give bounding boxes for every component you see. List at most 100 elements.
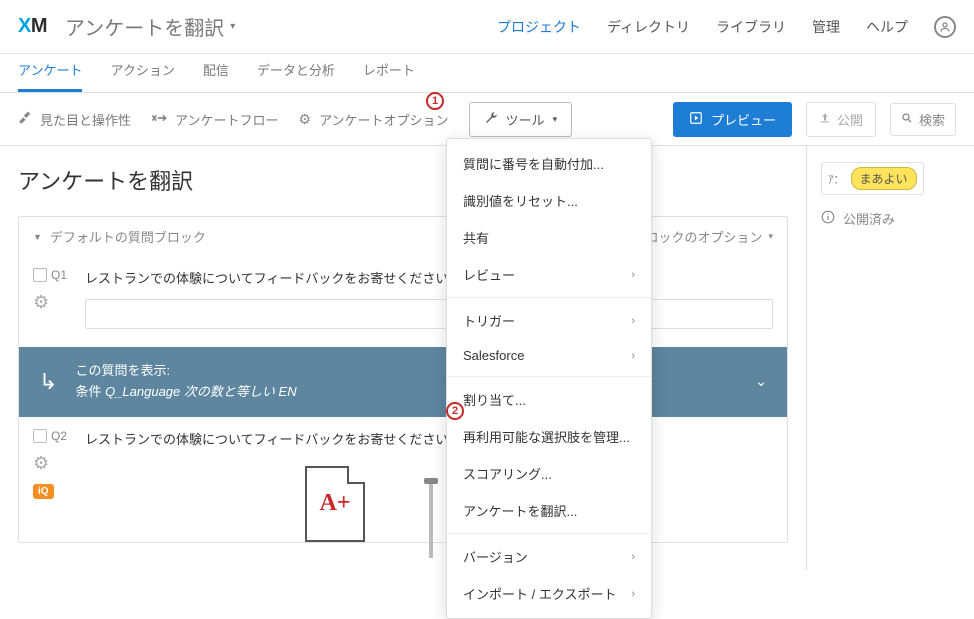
dropdown-item-label: 共有: [463, 228, 489, 247]
dropdown-item[interactable]: スコアリング...: [447, 455, 651, 492]
topbar: XM アンケートを翻訳 ▾ プロジェクト ディレクトリ ライブラリ 管理 ヘルプ: [0, 0, 974, 54]
right-sidebar: ｱ： まあよい 公開済み: [806, 146, 974, 570]
top-link-admin[interactable]: 管理: [812, 17, 840, 37]
grade-text: A+: [319, 490, 350, 517]
dropdown-item[interactable]: 共有: [447, 219, 651, 256]
logic-value: EN: [279, 384, 297, 399]
logic-prefix: 条件: [75, 384, 101, 399]
tab-actions[interactable]: アクション: [110, 60, 174, 92]
dropdown-item[interactable]: 再利用可能な選択肢を管理...: [447, 418, 651, 455]
logic-expand-icon[interactable]: ⌄: [755, 373, 767, 390]
dropdown-item[interactable]: レビュー ›: [447, 256, 651, 293]
upload-icon: [819, 112, 831, 127]
account-icon[interactable]: [934, 16, 956, 38]
q1-checkbox[interactable]: [33, 268, 47, 282]
page-title-text: アンケートを翻訳: [65, 12, 224, 41]
block-name: デフォルトの質問ブロック: [50, 227, 206, 246]
score-row[interactable]: ｱ： まあよい: [821, 162, 924, 195]
dropdown-item[interactable]: トリガー ›: [447, 302, 651, 339]
paintbrush-icon: [18, 111, 32, 128]
dropdown-item-label: 質問に番号を自動付加...: [463, 154, 604, 173]
block-header[interactable]: ▼ デフォルトの質問ブロック ブロックのオプション ▾: [19, 217, 787, 256]
logo-x: X: [18, 15, 31, 37]
logic-mid: 次の数と等しい: [184, 384, 275, 399]
dropdown-item[interactable]: インポート / エクスポート›: [447, 575, 651, 612]
dropdown-item[interactable]: 識別値をリセット...: [447, 182, 651, 219]
tab-data[interactable]: データと分析: [257, 60, 335, 92]
status-text: 公開済み: [843, 209, 895, 228]
tools-dropdown-button[interactable]: ツール ▾: [469, 102, 573, 137]
annotation-marker-1: 1: [426, 92, 444, 110]
block-options-button[interactable]: ブロックのオプション ▾: [632, 227, 773, 246]
dropdown-item[interactable]: アンケートを翻訳...: [447, 492, 651, 529]
chevron-right-icon: ›: [631, 269, 635, 281]
slider-illustration: [424, 478, 438, 558]
preview-button[interactable]: プレビュー: [673, 102, 792, 137]
q2-gear-icon[interactable]: ⚙: [33, 453, 49, 474]
top-link-projects[interactable]: プロジェクト: [497, 17, 581, 37]
chevron-down-icon: ▾: [553, 114, 558, 125]
flow-icon: [151, 111, 167, 128]
survey-options-button[interactable]: ⚙ アンケートオプション: [299, 110, 449, 129]
dropdown-item[interactable]: 質問に番号を自動付加...: [447, 145, 651, 182]
q2-checkbox[interactable]: [33, 429, 47, 443]
question-q1[interactable]: Q1 ⚙ レストランでの体験についてフィードバックをお寄せください！: [19, 256, 787, 347]
dropdown-item-label: レビュー: [463, 265, 515, 284]
tabbar: アンケート アクション 配信 データと分析 レポート: [0, 54, 974, 92]
q2-text: レストランでの体験についてフィードバックをお寄せください！: [85, 429, 773, 448]
logo[interactable]: XM: [18, 15, 47, 38]
chevron-right-icon: ›: [631, 315, 635, 327]
logic-arrow-icon: ↳: [39, 369, 57, 395]
search-box[interactable]: 検索: [890, 103, 956, 136]
annotation-marker-2: 2: [446, 402, 464, 420]
top-link-library[interactable]: ライブラリ: [716, 17, 786, 37]
tab-survey[interactable]: アンケート: [18, 60, 82, 92]
look-feel-label: 見た目と操作性: [40, 110, 131, 129]
q1-input[interactable]: [85, 299, 773, 329]
preview-label: プレビュー: [711, 110, 776, 129]
question-q2[interactable]: Q2 ⚙ iQ レストランでの体験についてフィードバックをお寄せください！ A+: [19, 417, 787, 542]
dropdown-separator: [447, 533, 651, 534]
dropdown-item-label: スコアリング...: [463, 464, 552, 483]
look-feel-button[interactable]: 見た目と操作性: [18, 110, 131, 129]
top-link-help[interactable]: ヘルプ: [866, 17, 908, 37]
score-prefix: ｱ：: [828, 171, 845, 187]
dropdown-item-label: 割り当て...: [463, 390, 526, 409]
survey-options-label: アンケートオプション: [319, 110, 448, 129]
dropdown-item-label: 識別値をリセット...: [463, 191, 578, 210]
q1-gear-icon[interactable]: ⚙: [33, 292, 49, 313]
dropdown-item[interactable]: 割り当て...: [447, 381, 651, 418]
search-placeholder: 検索: [919, 110, 945, 129]
survey-flow-label: アンケートフロー: [175, 110, 278, 129]
publish-button: 公開: [806, 102, 876, 137]
collapse-caret-icon: ▼: [33, 232, 42, 242]
q1-number: Q1: [51, 268, 67, 282]
dropdown-item-label: バージョン: [463, 547, 528, 566]
iq-badge[interactable]: iQ: [33, 484, 54, 499]
toolbar-right: プレビュー 公開 検索: [673, 102, 956, 137]
dropdown-item[interactable]: バージョン ›: [447, 538, 651, 575]
chevron-right-icon: ›: [631, 588, 635, 600]
chevron-right-icon: ›: [631, 551, 635, 563]
page-title-dropdown[interactable]: アンケートを翻訳 ▾: [65, 12, 235, 41]
top-nav: プロジェクト ディレクトリ ライブラリ 管理 ヘルプ: [497, 16, 956, 38]
tools-dropdown-menu: 質問に番号を自動付加... 識別値をリセット... 共有レビュー › トリガー › Sale…: [446, 138, 652, 619]
chevron-down-icon: ▾: [230, 21, 235, 32]
status-row: 公開済み: [821, 209, 960, 228]
logic-field: Q_Language: [105, 384, 180, 399]
survey-flow-button[interactable]: アンケートフロー: [151, 110, 278, 129]
chevron-down-icon: ▾: [768, 231, 773, 242]
tab-distribute[interactable]: 配信: [203, 60, 229, 92]
dropdown-item-label: トリガー: [463, 311, 515, 330]
tools-label: ツール: [506, 110, 545, 129]
wrench-icon: [484, 111, 498, 128]
search-icon: [901, 112, 913, 127]
dropdown-item-label: アンケートを翻訳...: [463, 501, 577, 520]
top-link-directory[interactable]: ディレクトリ: [607, 17, 690, 37]
canvas: アンケートを翻訳 ▼ デフォルトの質問ブロック ブロックのオプション ▾ Q1 …: [0, 146, 806, 570]
display-logic-bar[interactable]: ↳ この質問を表示: 条件 Q_Language 次の数と等しい EN ⌄: [19, 347, 787, 417]
q2-number: Q2: [51, 429, 67, 443]
dropdown-item[interactable]: Salesforce›: [447, 339, 651, 372]
q1-text: レストランでの体験についてフィードバックをお寄せください！: [85, 268, 773, 287]
tab-reports[interactable]: レポート: [363, 60, 415, 92]
